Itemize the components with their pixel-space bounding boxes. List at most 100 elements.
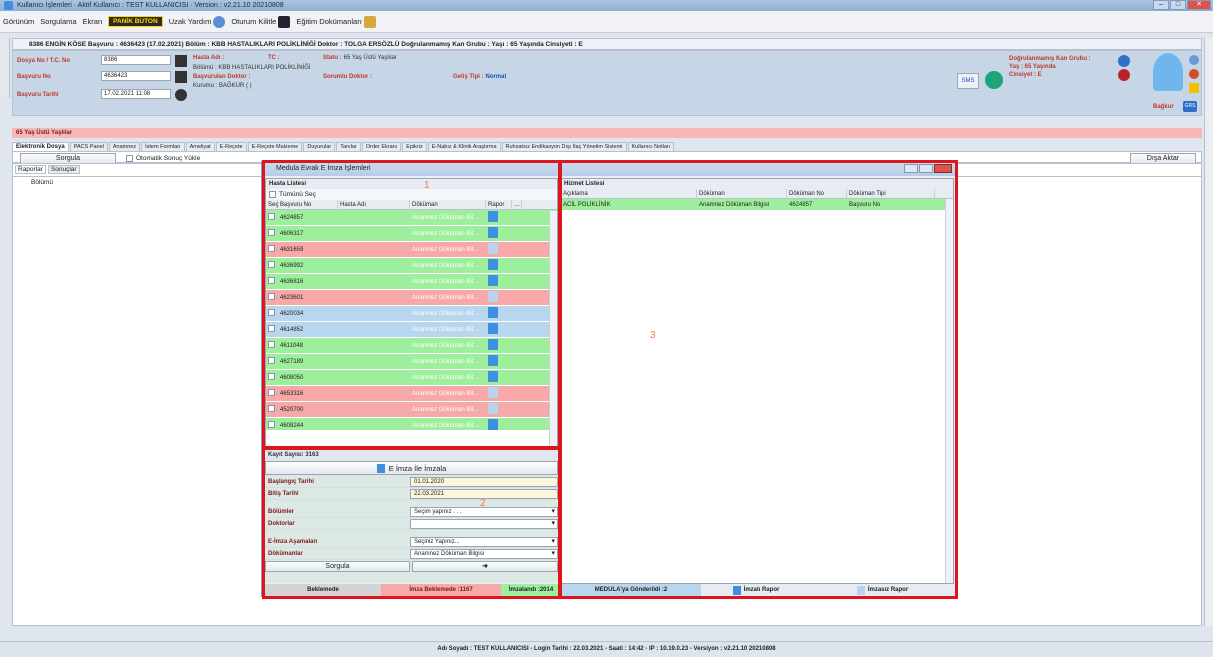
sign-pending-status[interactable]: İmza Beklemede :1167 <box>381 584 501 596</box>
col-document-type[interactable]: Döküman Tipi <box>847 188 935 199</box>
menu-query[interactable]: Sorgulama <box>40 17 76 26</box>
service-row[interactable]: ACİL POLİKLİNİK Anamnez Döküman Bilgisi … <box>561 199 953 211</box>
tab-unlicensed-drug[interactable]: Ruhsatsız Endikasyon Dışı İlaç Yönetim S… <box>501 142 627 151</box>
col-select[interactable]: Seç <box>266 199 278 210</box>
tab-pacs[interactable]: PACS Panel <box>69 142 108 151</box>
table-row[interactable]: 4627189 Anamnez Döküman Bil... <box>266 354 557 370</box>
row-report[interactable] <box>486 259 512 272</box>
select-all-checkbox[interactable] <box>269 191 276 198</box>
row-report[interactable] <box>486 291 512 304</box>
auto-load-option[interactable]: Otomatik Sonuç Yükle <box>126 155 200 162</box>
row-report[interactable] <box>486 227 512 240</box>
table-row[interactable]: 4636816 Anamnez Döküman Bil... <box>266 274 557 290</box>
table-row[interactable]: 4606317 Anamnez Döküman Bil... <box>266 226 557 242</box>
row-report[interactable] <box>486 419 512 430</box>
doctors-select[interactable] <box>410 518 558 529</box>
tab-anamnesis[interactable]: Anamnez <box>108 142 141 151</box>
table-row[interactable]: 4611048 Anamnez Döküman Bil... <box>266 338 557 354</box>
file-no-field[interactable]: 8386 <box>101 55 171 65</box>
row-report[interactable] <box>486 211 512 224</box>
unsigned-report-legend[interactable]: İmzasız Rapor <box>811 584 954 596</box>
row-checkbox[interactable] <box>266 421 278 430</box>
stages-select[interactable]: Seçiniz Yapınız... <box>410 536 558 547</box>
application-no-field[interactable]: 4636423 <box>101 71 171 81</box>
documents-select[interactable]: Anamnez Döküman Bilgisi <box>410 548 558 559</box>
row-report[interactable] <box>486 403 512 416</box>
table-row[interactable]: 4653316 Anamnez Döküman Bil... <box>266 386 557 402</box>
menu-screen[interactable]: Ekran <box>83 17 103 26</box>
row-checkbox[interactable] <box>266 325 278 334</box>
minimize-button[interactable]: – <box>1153 0 1169 10</box>
end-date-field[interactable]: 22.03.2021 <box>410 488 558 499</box>
pending-status[interactable]: Beklemede <box>265 584 381 596</box>
start-date-field[interactable]: 01.01.2020 <box>410 476 558 487</box>
tab-request-forms[interactable]: İstem Formları <box>141 142 185 151</box>
maximize-button[interactable]: □ <box>1170 0 1186 10</box>
e-sign-button[interactable]: E İmza İle İmzala <box>265 461 558 475</box>
row-checkbox[interactable] <box>266 405 278 414</box>
row-checkbox[interactable] <box>266 357 278 366</box>
table-row[interactable]: 4520700 Anamnez Döküman Bil... <box>266 402 557 418</box>
col-patient-name[interactable]: Hasta Adı <box>338 199 410 210</box>
row-report[interactable] <box>486 355 512 368</box>
tab-epicrisis[interactable]: Epikriz <box>402 142 427 151</box>
row-checkbox[interactable] <box>266 309 278 318</box>
menu-view[interactable]: Görünüm <box>3 17 34 26</box>
col-document[interactable]: Döküman <box>410 199 486 210</box>
sent-status[interactable]: MEDULA'ya Gönderildi :2 <box>561 584 701 596</box>
tab-user-notes[interactable]: Kullanıcı Notları <box>627 142 675 151</box>
alert-icon[interactable] <box>1118 69 1130 81</box>
grs-badge[interactable]: GRS <box>1183 101 1197 112</box>
tab-surgery[interactable]: Ameliyat <box>185 142 215 151</box>
row-report[interactable] <box>486 371 512 384</box>
col-application-no[interactable]: Başvuru No <box>278 199 338 210</box>
tab-reports[interactable]: Raporlar <box>15 165 46 174</box>
grid-scrollbar[interactable] <box>549 211 557 447</box>
auto-load-checkbox[interactable] <box>126 155 133 162</box>
dialog-maximize-button[interactable] <box>919 164 933 173</box>
row-report[interactable] <box>486 387 512 400</box>
row-report[interactable] <box>486 323 512 336</box>
dialog-query-button[interactable]: Sorgula <box>265 561 410 572</box>
warning-icon[interactable] <box>1189 69 1199 79</box>
col-service-document[interactable]: Döküman <box>697 188 787 199</box>
col-report[interactable]: Rapor <box>486 199 512 210</box>
close-button[interactable]: ✕ <box>1187 0 1211 10</box>
tab-e-prescription[interactable]: E-Reçete <box>215 142 247 151</box>
table-row[interactable]: 4624857 Anamnez Döküman Bil... <box>266 210 557 226</box>
row-report[interactable] <box>486 339 512 352</box>
row-report[interactable] <box>486 307 512 320</box>
signed-report-legend[interactable]: İmzalı Rapor <box>701 584 811 596</box>
sms-button[interactable]: SMS <box>957 73 979 89</box>
tab-order-screen[interactable]: Order Ekranı <box>361 142 402 151</box>
tab-results[interactable]: Sonuçlar <box>47 165 80 174</box>
signed-status[interactable]: İmzalandı :2014 <box>501 584 561 596</box>
row-checkbox[interactable] <box>266 229 278 238</box>
table-row[interactable]: 4620034 Anamnez Döküman Bil... <box>266 306 557 322</box>
tab-announcements[interactable]: Duyurular <box>303 142 336 151</box>
tab-diagnoses[interactable]: Tanılar <box>336 142 361 151</box>
col-more[interactable]: … <box>512 199 522 210</box>
row-checkbox[interactable] <box>266 245 278 254</box>
row-checkbox[interactable] <box>266 213 278 222</box>
row-checkbox[interactable] <box>266 261 278 270</box>
left-toolbar[interactable] <box>0 38 10 98</box>
table-row[interactable]: 4608244 Anamnez Döküman Bil... <box>266 418 557 430</box>
tab-e-prescription-material[interactable]: E-Reçete Malzeme <box>247 142 303 151</box>
row-checkbox[interactable] <box>266 389 278 398</box>
row-report[interactable] <box>486 243 512 256</box>
service-scrollbar[interactable] <box>945 199 953 583</box>
lock-session-button[interactable]: Oturum Kilitle <box>231 15 291 28</box>
row-checkbox[interactable] <box>266 293 278 302</box>
row-checkbox[interactable] <box>266 373 278 382</box>
tab-e-nabiz[interactable]: E-Nabız & Klinik Araştırma <box>427 142 501 151</box>
search-application-icon[interactable] <box>175 71 187 83</box>
exit-icon[interactable]: ➜ <box>412 561 558 572</box>
table-row[interactable]: 4631659 Anamnez Döküman Bil... <box>266 242 557 258</box>
row-checkbox[interactable] <box>266 277 278 286</box>
table-row[interactable]: 4608050 Anamnez Döküman Bil... <box>266 370 557 386</box>
dialog-close-button[interactable] <box>934 164 952 173</box>
search-file-icon[interactable] <box>175 55 187 67</box>
dialog-minimize-button[interactable] <box>904 164 918 173</box>
table-row[interactable]: 4636992 Anamnez Döküman Bil... <box>266 258 557 274</box>
